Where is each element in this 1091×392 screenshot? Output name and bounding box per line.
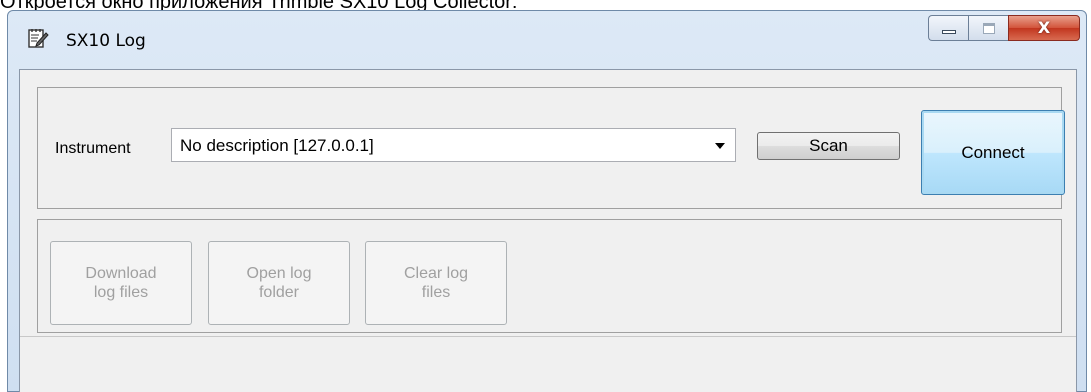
maximize-icon (983, 23, 995, 34)
window-controls: X (928, 15, 1080, 41)
minimize-icon (942, 30, 956, 34)
open-label-line1: Open log (246, 265, 312, 282)
chevron-down-icon[interactable] (715, 143, 725, 149)
clear-label-line2: files (421, 284, 451, 301)
instrument-label: Instrument (55, 140, 131, 157)
close-icon: X (1037, 18, 1051, 37)
instrument-select[interactable]: No description [127.0.0.1] (171, 128, 736, 162)
title-bar[interactable]: SX10 Log X (8, 11, 1086, 67)
connection-panel: Instrument No description [127.0.0.1] Sc… (37, 87, 1065, 209)
connect-button[interactable]: Connect (921, 110, 1065, 195)
app-window: SX10 Log X Instrument No description [12… (7, 10, 1087, 392)
minimize-button[interactable] (928, 15, 968, 41)
clear-label-line1: Clear log (403, 265, 469, 282)
instrument-selected-value: No description [127.0.0.1] (180, 136, 374, 155)
maximize-button[interactable] (968, 15, 1008, 41)
open-label-line2: folder (258, 284, 300, 301)
notepad-pencil-icon (28, 29, 49, 48)
clear-log-files-button[interactable]: Clear log files (365, 241, 507, 325)
window-title: SX10 Log (66, 31, 146, 51)
log-actions-panel: Download log files Open log folder Clear… (37, 219, 1062, 333)
open-log-folder-button[interactable]: Open log folder (208, 241, 350, 325)
client-area: Instrument No description [127.0.0.1] Sc… (19, 69, 1077, 392)
close-button[interactable]: X (1008, 15, 1080, 41)
status-bar (20, 336, 1076, 392)
download-label-line2: log files (93, 284, 149, 301)
download-label-line1: Download (85, 265, 157, 282)
scan-button[interactable]: Scan (757, 132, 900, 160)
download-log-files-button[interactable]: Download log files (50, 241, 192, 325)
